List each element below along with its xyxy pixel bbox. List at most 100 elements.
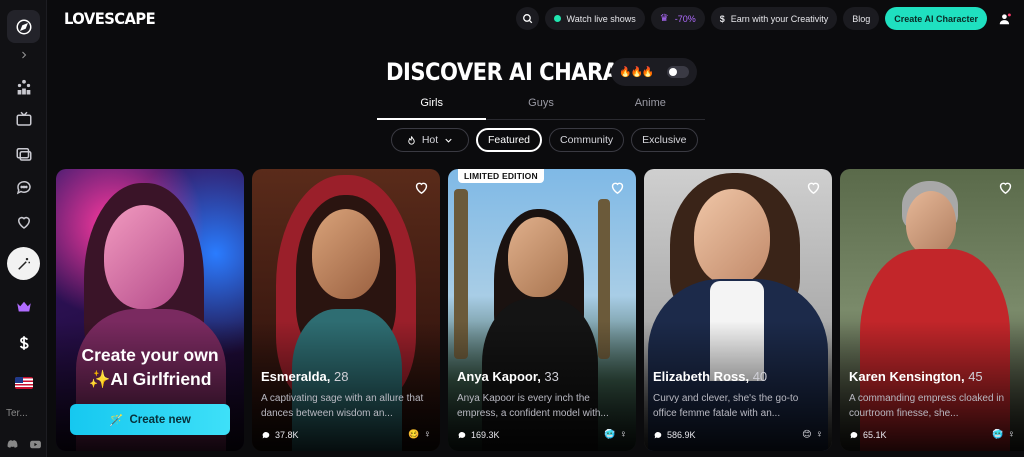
character-description: A captivating sage with an allure that d…	[261, 393, 424, 419]
card-footer: 586.9K 😊 ♀	[653, 429, 823, 440]
dollar-icon[interactable]	[7, 326, 40, 359]
chevron-down-icon	[445, 138, 452, 143]
chat-count: 169.3K	[471, 429, 500, 440]
name-text: Anya Kapoor	[457, 369, 538, 384]
mood-emoji-icon: 🥶	[992, 429, 1004, 439]
earn-button[interactable]: $ Earn with your Creativity	[710, 7, 838, 30]
create-card-title: Create your own ✨AI Girlfriend	[56, 343, 244, 391]
chat-count: 586.9K	[667, 429, 696, 440]
leaderboard-icon[interactable]	[7, 70, 40, 103]
sidebar: Ter...	[0, 0, 47, 457]
app-logo[interactable]: LOVESCAPE	[64, 9, 156, 28]
youtube-icon[interactable]	[29, 438, 42, 451]
favorite-heart-icon[interactable]	[805, 179, 822, 196]
character-card-anya-kapoor[interactable]: LIMITED EDITION Anya Kapoor, 33 Anya Kap…	[448, 169, 636, 451]
mood-emoji-icon: 🥶	[604, 429, 616, 439]
wand-icon: 🪄	[109, 414, 124, 427]
nsfw-toggle[interactable]: 🔥🔥🔥	[611, 58, 697, 86]
mood-emoji-icon: 😊	[802, 429, 812, 439]
portrait-face	[104, 205, 184, 309]
chevron-right-icon[interactable]	[7, 44, 40, 66]
name-text: Elizabeth Ross	[653, 369, 746, 384]
live-dot-icon	[553, 15, 561, 22]
create-character-card[interactable]: Create your own ✨AI Girlfriend 🪄 Create …	[56, 169, 244, 451]
portrait-face	[508, 217, 568, 297]
filter-featured[interactable]: Featured	[476, 128, 543, 152]
favorite-heart-icon[interactable]	[609, 179, 626, 196]
social-links	[6, 438, 42, 451]
create-new-button[interactable]: 🪄 Create new	[70, 404, 230, 435]
user-menu-button[interactable]	[993, 12, 1016, 26]
female-icon: ♀	[423, 429, 432, 440]
limited-edition-badge: LIMITED EDITION	[458, 169, 544, 183]
heart-sparkle-icon[interactable]	[7, 205, 40, 238]
tab-anime[interactable]: Anime	[596, 90, 705, 119]
female-icon: ♀	[1007, 429, 1016, 440]
character-description: A commanding empress cloaked in courtroo…	[849, 393, 1005, 419]
age-text: 45	[968, 369, 983, 384]
discount-button[interactable]: ♛ -70%	[650, 7, 705, 30]
filter-bar: Hot Featured Community Exclusive	[391, 128, 698, 152]
flame-icon	[408, 135, 415, 145]
tab-guys[interactable]: Guys	[486, 90, 595, 119]
filter-community[interactable]: Community	[549, 128, 625, 152]
favorite-heart-icon[interactable]	[413, 179, 430, 196]
crown-icon: ♛	[659, 13, 669, 24]
header-actions: Watch live shows ♛ -70% $ Earn with your…	[515, 7, 1016, 30]
character-name: Elizabeth Ross, 40	[653, 369, 768, 384]
card-footer: 169.3K 🥶 ♀	[457, 429, 627, 440]
chat-count: 37.8K	[275, 429, 299, 440]
favorite-heart-icon[interactable]	[997, 179, 1014, 196]
create-title-line2: ✨AI Girlfriend	[88, 369, 212, 389]
gallery-icon[interactable]	[7, 137, 40, 170]
name-text: Esmeralda	[261, 369, 327, 384]
terms-link[interactable]: Ter...	[6, 408, 28, 419]
mood-emoji-icon: 🥴	[408, 429, 420, 439]
character-description: Anya Kapoor is every inch the empress, a…	[457, 393, 609, 419]
female-icon: ♀	[815, 429, 824, 440]
portrait-face	[312, 209, 380, 299]
search-icon	[522, 14, 532, 24]
filter-exclusive[interactable]: Exclusive	[631, 128, 698, 152]
portrait-face	[906, 191, 956, 255]
character-card-esmeralda[interactable]: Esmeralda, 28 A captivating sage with an…	[252, 169, 440, 451]
card-footer: 65.1K 🥶 ♀	[849, 429, 1015, 440]
character-name: Esmeralda, 28	[261, 369, 349, 384]
discord-icon[interactable]	[6, 438, 19, 451]
watch-live-label: Watch live shows	[566, 13, 636, 24]
dollar-circle-icon: $	[719, 13, 725, 24]
age-text: 33	[544, 369, 559, 384]
sort-dropdown[interactable]: Hot	[391, 128, 469, 152]
blog-link[interactable]: Blog	[843, 7, 880, 30]
character-description: Curvy and clever, she's the go-to office…	[653, 393, 799, 419]
us-flag-icon[interactable]	[7, 366, 40, 399]
chat-icon[interactable]	[7, 170, 40, 203]
flame-icons: 🔥🔥🔥	[619, 66, 654, 78]
name-text: Karen Kensington	[849, 369, 961, 384]
tab-girls[interactable]: Girls	[377, 90, 487, 120]
watch-live-button[interactable]: Watch live shows	[544, 7, 645, 30]
search-button[interactable]	[515, 7, 539, 30]
create-new-label: Create new	[129, 413, 191, 426]
magic-wand-icon[interactable]	[7, 247, 40, 280]
chat-bubble-icon	[654, 431, 662, 438]
blog-label: Blog	[852, 13, 871, 24]
toggle-switch[interactable]	[667, 66, 689, 78]
compass-icon[interactable]	[7, 10, 40, 43]
create-title-line1: Create your own	[81, 345, 219, 365]
create-ai-character-label: Create AI Character	[894, 13, 978, 24]
discount-label: -70%	[674, 13, 696, 24]
age-text: 40	[752, 369, 768, 384]
create-ai-character-button[interactable]: Create AI Character	[885, 7, 987, 30]
tv-icon[interactable]	[7, 102, 40, 135]
character-card-elizabeth-ross[interactable]: Elizabeth Ross, 40 Curvy and clever, she…	[644, 169, 832, 451]
category-tabs: Girls Guys Anime	[377, 90, 705, 120]
sort-label: Hot	[421, 134, 439, 146]
female-icon: ♀	[619, 429, 628, 440]
crown-icon[interactable]	[7, 290, 40, 323]
chat-bubble-icon	[262, 431, 270, 438]
character-name: Karen Kensington, 45	[849, 369, 983, 384]
age-text: 28	[334, 369, 349, 384]
character-card-karen-kensington[interactable]: Karen Kensington, 45 A commanding empres…	[840, 169, 1024, 451]
card-footer: 37.8K 🥴 ♀	[261, 429, 431, 440]
